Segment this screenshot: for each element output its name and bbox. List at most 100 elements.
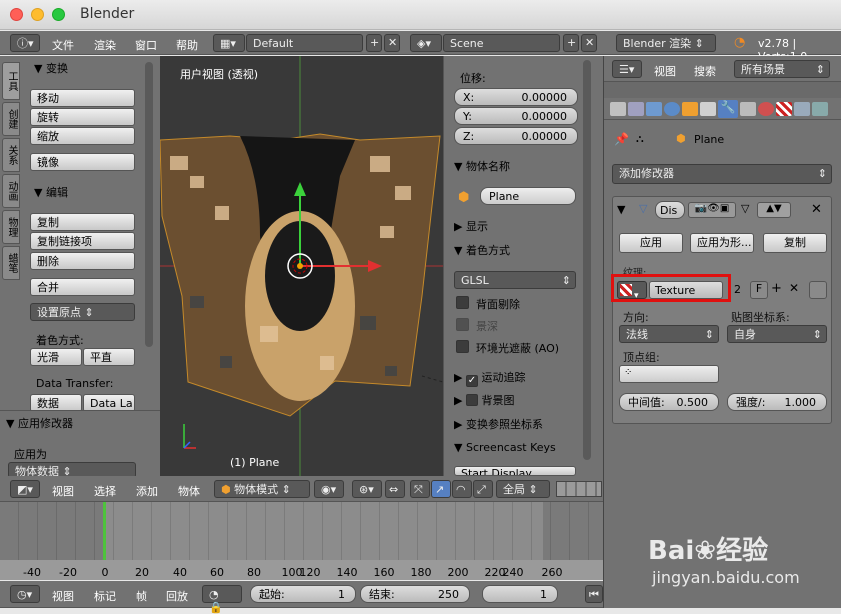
render-layers-tab-icon[interactable] — [628, 102, 644, 116]
outliner-filter-select[interactable]: 所有场景 ⇕ — [734, 60, 830, 78]
add-modifier-select[interactable]: 添加修改器 ⇕ — [612, 164, 832, 184]
strength-field[interactable]: 强度/: 1.000 — [727, 393, 827, 411]
tab-create[interactable]: 创建 — [2, 102, 20, 136]
translate-manipulator-icon[interactable]: ↗ — [431, 480, 451, 498]
motion-tracking-checkbox[interactable]: ✓ — [465, 375, 478, 387]
shading-section-header[interactable]: ▼ 着色方式 — [454, 242, 510, 258]
modifier-cage-icon[interactable]: ▽ — [741, 202, 749, 215]
tab-physics[interactable]: 物理 — [2, 210, 20, 244]
move-button[interactable]: 移动 — [30, 89, 135, 107]
constraints-tab-icon[interactable] — [700, 102, 716, 116]
modifier-collapse-icon[interactable]: ▼ — [617, 203, 625, 216]
maximize-window-button[interactable] — [52, 8, 65, 21]
edit-section-header[interactable]: ▼ 编辑 — [34, 184, 68, 200]
transform-orientations-header[interactable]: ▶ 变换参照坐标系 — [454, 416, 543, 432]
apply-modifier-button[interactable]: 应用 — [619, 233, 683, 253]
background-images-checkbox[interactable] — [465, 394, 478, 406]
smooth-button[interactable]: 光滑 — [30, 348, 82, 366]
add-scene-icon[interactable]: + — [563, 34, 579, 52]
set-origin-select[interactable]: 设置原点 ⇕ — [30, 303, 135, 321]
menu-file[interactable]: 文件 — [52, 37, 74, 53]
pin-icon[interactable]: 📌 — [614, 132, 629, 146]
tab-grease-pencil[interactable]: 蜡笔 — [2, 246, 20, 280]
transform-section-header[interactable]: ▼ 变换 — [34, 60, 68, 76]
close-window-button[interactable] — [10, 8, 23, 21]
tab-animation[interactable]: 动画 — [2, 174, 20, 208]
editor-type-button[interactable]: ⓘ▾ — [10, 34, 40, 52]
scene-field[interactable]: Scene — [443, 34, 560, 52]
current-frame-field[interactable]: 1 — [482, 585, 558, 603]
particles-tab-icon[interactable] — [794, 102, 810, 116]
rotate-button[interactable]: 旋转 — [30, 108, 135, 126]
motion-tracking-header[interactable]: ▶ ✓ 运动追踪 — [454, 369, 525, 387]
dof-checkbox[interactable] — [456, 318, 469, 331]
viewport-menu-object[interactable]: 物体 — [178, 483, 200, 499]
midlevel-field[interactable]: 中间值: 0.500 — [619, 393, 719, 411]
transform-orientation-icon[interactable]: ⇔ — [385, 480, 405, 498]
mode-select[interactable]: ⬢ 物体模式 ⇕ — [214, 480, 310, 498]
background-images-header[interactable]: ▶ 背景图 — [454, 392, 514, 408]
apply-modifier-header[interactable]: ▼ 应用修改器 — [6, 415, 73, 431]
duplicate-linked-button[interactable]: 复制链接项 — [30, 232, 135, 250]
properties-scrollbar[interactable] — [583, 60, 591, 460]
layout-field[interactable]: Default — [246, 34, 363, 52]
minimize-window-button[interactable] — [31, 8, 44, 21]
viewport-menu-add[interactable]: 添加 — [136, 483, 158, 499]
texture-coords-select[interactable]: 自身 ⇕ — [727, 325, 827, 343]
render-engine-select[interactable]: Blender 渲染 ⇕ — [616, 34, 716, 52]
display-section-header[interactable]: ▶ 显示 — [454, 218, 488, 234]
timeline-editor-type-icon[interactable]: ◷▾ — [10, 585, 40, 603]
tab-relations[interactable]: 关系 — [2, 138, 20, 172]
viewport-shading-icon[interactable]: ◉▾ — [314, 480, 344, 498]
timeline-menu-marker[interactable]: 标记 — [94, 588, 116, 604]
texture-browse-icon[interactable]: ▾ — [617, 281, 647, 301]
object-name-field[interactable]: Plane — [480, 187, 576, 205]
pivot-point-icon[interactable]: ⊛▾ — [352, 480, 382, 498]
data-tab-icon[interactable] — [740, 102, 756, 116]
texture-tab-icon[interactable] — [776, 102, 792, 116]
orientation-select[interactable]: 全局 ⇕ — [496, 480, 550, 498]
menu-help[interactable]: 帮助 — [176, 37, 198, 53]
copy-modifier-button[interactable]: 复制 — [763, 233, 827, 253]
remove-layout-icon[interactable]: ✕ — [384, 34, 400, 52]
outliner-editor-type-icon[interactable]: ☰▾ — [612, 60, 642, 78]
timeline-menu-view[interactable]: 视图 — [52, 588, 74, 604]
viewport-editor-type-icon[interactable]: ◩▾ — [10, 480, 40, 498]
current-frame-marker[interactable] — [103, 502, 106, 560]
backface-culling-checkbox[interactable] — [456, 296, 469, 309]
tool-shelf-scrollbar[interactable] — [145, 62, 153, 347]
mirror-button[interactable]: 镜像 — [30, 153, 135, 171]
jump-start-icon[interactable]: ⏮ — [585, 585, 603, 603]
scale-manipulator-icon[interactable]: ⤢ — [473, 480, 493, 498]
location-x-field[interactable]: X: 0.00000 — [454, 88, 578, 106]
3d-viewport[interactable]: 用户视图 (透视) (1) Plane — [160, 56, 443, 476]
scale-button[interactable]: 缩放 — [30, 127, 135, 145]
timeline-menu-playback[interactable]: 回放 — [166, 588, 188, 604]
modifier-move-up-down-icon[interactable]: ▲▼ — [757, 202, 791, 218]
menu-render[interactable]: 渲染 — [94, 37, 116, 53]
preview-range-icon[interactable]: ◔ 🔒 — [202, 585, 242, 614]
location-z-field[interactable]: Z: 0.00000 — [454, 127, 578, 145]
timeline-menu-frame[interactable]: 帧 — [136, 588, 147, 604]
render-tab-icon[interactable] — [610, 102, 626, 116]
end-frame-field[interactable]: 结束: 250 — [360, 585, 470, 603]
layout-icon[interactable]: ▦▾ — [213, 34, 245, 52]
menu-window[interactable]: 窗口 — [135, 37, 157, 53]
manipulator-toggle-icon[interactable]: ⤧ — [410, 480, 430, 498]
modifiers-tab-icon[interactable]: 🔧 — [718, 100, 738, 118]
join-button[interactable]: 合并 — [30, 278, 135, 296]
modifier-remove-icon[interactable]: ✕ — [811, 202, 822, 217]
modifier-name-field[interactable]: Dis — [655, 201, 685, 219]
item-section-header[interactable]: ▼ 物体名称 — [454, 158, 510, 174]
object-tab-icon[interactable] — [682, 102, 698, 116]
tab-tools[interactable]: 工具 — [2, 62, 20, 100]
scene-icon[interactable]: ◈▾ — [410, 34, 442, 52]
fake-user-button[interactable]: F — [750, 281, 768, 299]
layers-grid[interactable] — [556, 481, 602, 497]
shading-mode-select[interactable]: GLSL ⇕ — [454, 271, 576, 289]
delete-button[interactable]: 删除 — [30, 252, 135, 270]
direction-select[interactable]: 法线 ⇕ — [619, 325, 719, 343]
unlink-texture-icon[interactable]: ✕ — [789, 281, 799, 295]
location-y-field[interactable]: Y: 0.00000 — [454, 107, 578, 125]
texture-name-field[interactable]: Texture — [649, 281, 723, 299]
